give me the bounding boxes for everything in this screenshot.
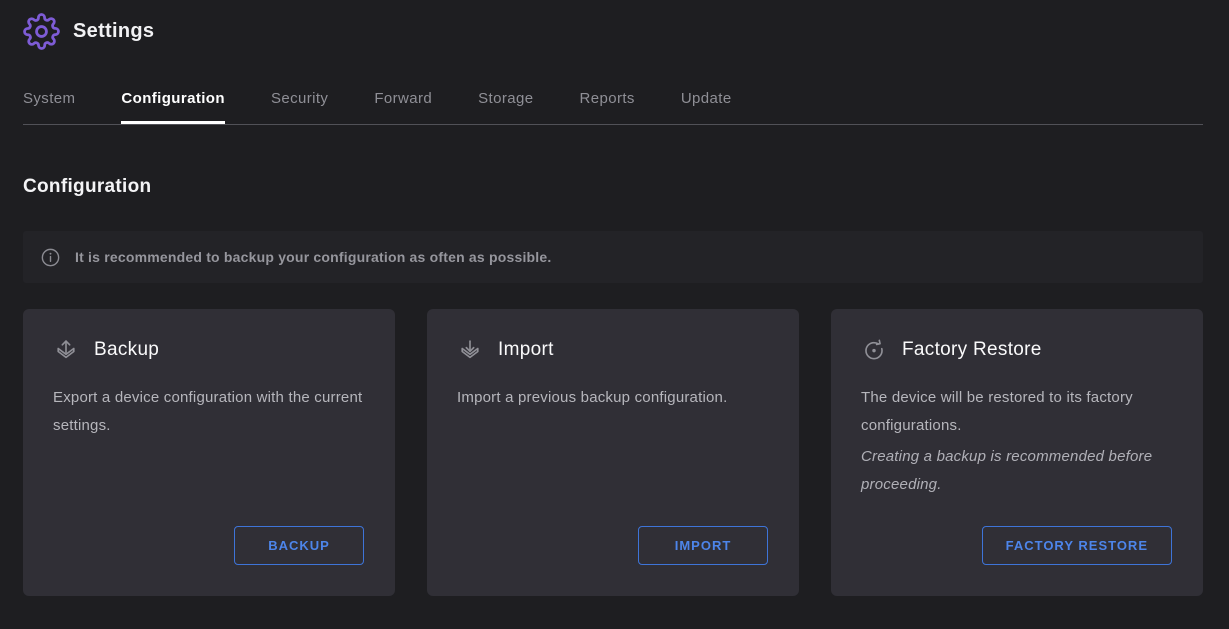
backup-card-description: Export a device configuration with the c… bbox=[53, 384, 365, 440]
download-icon bbox=[457, 337, 483, 363]
info-banner-text: It is recommended to backup your configu… bbox=[75, 249, 551, 265]
import-card-header: Import bbox=[457, 337, 769, 363]
import-card-description: Import a previous backup configuration. bbox=[457, 384, 769, 412]
tab-forward[interactable]: Forward bbox=[374, 90, 432, 124]
page-title: Configuration bbox=[23, 176, 1203, 198]
app-title: Settings bbox=[73, 20, 154, 43]
factory-restore-button[interactable]: FACTORY RESTORE bbox=[982, 526, 1172, 565]
tab-update[interactable]: Update bbox=[681, 90, 732, 124]
tab-storage[interactable]: Storage bbox=[478, 90, 533, 124]
backup-card-header: Backup bbox=[53, 337, 365, 363]
tab-security[interactable]: Security bbox=[271, 90, 328, 124]
gear-icon bbox=[23, 13, 60, 50]
restore-icon bbox=[861, 337, 887, 363]
settings-page: Settings System Configuration Security F… bbox=[0, 0, 1229, 629]
tab-bar: System Configuration Security Forward St… bbox=[23, 90, 1203, 125]
import-button[interactable]: IMPORT bbox=[638, 526, 768, 565]
app-header: Settings bbox=[23, 0, 1203, 50]
factory-restore-card-note: Creating a backup is recommended before … bbox=[861, 443, 1173, 499]
backup-card: Backup Export a device configuration wit… bbox=[23, 309, 395, 596]
tab-reports[interactable]: Reports bbox=[579, 90, 634, 124]
import-card: Import Import a previous backup configur… bbox=[427, 309, 799, 596]
factory-restore-card: Factory Restore The device will be resto… bbox=[831, 309, 1203, 596]
tab-configuration[interactable]: Configuration bbox=[121, 90, 225, 124]
factory-restore-card-description: The device will be restored to its facto… bbox=[861, 384, 1173, 440]
info-icon bbox=[40, 247, 61, 268]
factory-restore-card-title: Factory Restore bbox=[902, 339, 1042, 361]
backup-button[interactable]: BACKUP bbox=[234, 526, 364, 565]
action-cards: Backup Export a device configuration wit… bbox=[23, 309, 1203, 596]
backup-card-title: Backup bbox=[94, 339, 159, 361]
factory-restore-card-header: Factory Restore bbox=[861, 337, 1173, 363]
info-banner: It is recommended to backup your configu… bbox=[23, 231, 1203, 283]
import-card-title: Import bbox=[498, 339, 554, 361]
tab-system[interactable]: System bbox=[23, 90, 75, 124]
upload-icon bbox=[53, 337, 79, 363]
